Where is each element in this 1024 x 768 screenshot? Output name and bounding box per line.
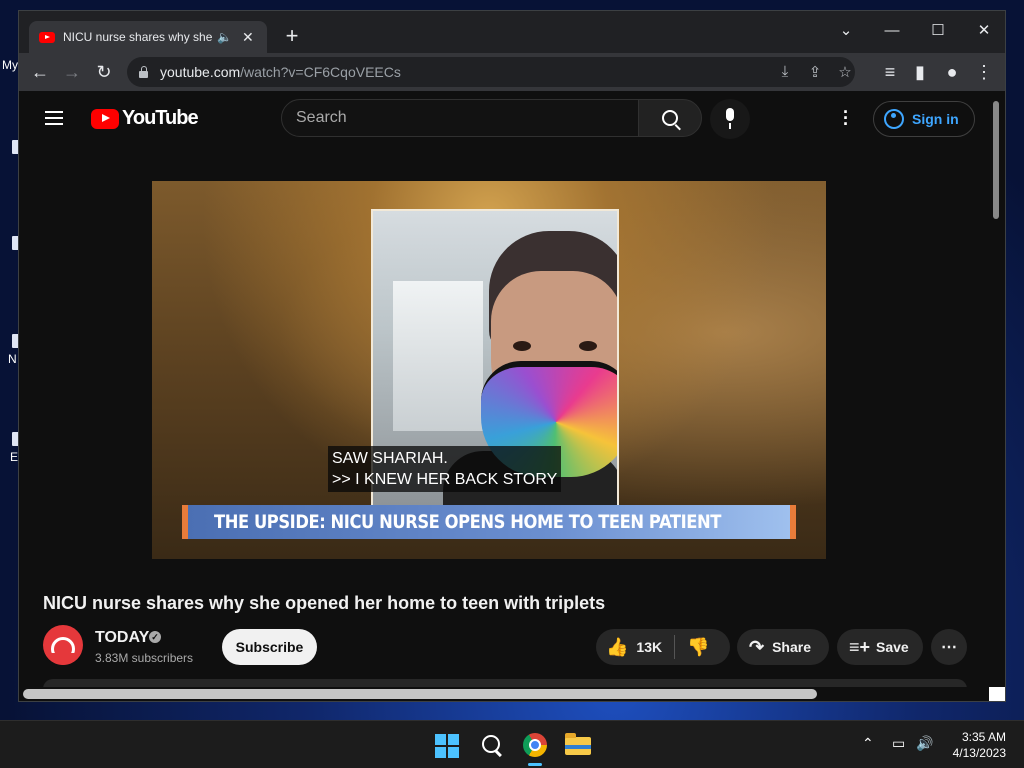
- maximize-button[interactable]: ☐: [923, 17, 953, 45]
- channel-name[interactable]: TODAY: [95, 629, 149, 647]
- desktop-icon-label: E: [10, 450, 19, 464]
- profile-icon[interactable]: ●: [939, 59, 965, 85]
- search-button[interactable]: [638, 99, 702, 137]
- network-icon[interactable]: ▭: [892, 735, 905, 752]
- search-input[interactable]: Search: [281, 99, 639, 137]
- share-button[interactable]: ↷ Share: [737, 629, 829, 665]
- tab-title: NICU nurse shares why she o: [63, 30, 213, 44]
- share-label: Share: [772, 639, 812, 655]
- closed-caption: SAW SHARIAH. >> I KNEW HER BACK STORY: [328, 446, 562, 492]
- title-bar: NICU nurse shares why she o 🔈 ✕ + ⌄ — ☐ …: [19, 11, 1005, 53]
- share-arrow-icon: ↷: [749, 636, 765, 657]
- install-app-icon[interactable]: ⤓: [775, 63, 795, 80]
- lower-third-text: THE UPSIDE: NICU NURSE OPENS HOME TO TEE…: [214, 511, 721, 533]
- vertical-scrollbar[interactable]: [993, 101, 999, 219]
- desktop-icon-label: N: [8, 352, 17, 366]
- back-arrow-icon[interactable]: ←: [27, 59, 53, 85]
- folder-icon: [565, 733, 591, 755]
- scroll-corner: [989, 687, 1005, 701]
- new-tab-button[interactable]: +: [279, 23, 305, 49]
- channel-avatar[interactable]: [43, 625, 83, 665]
- tab-search-button[interactable]: ⌄: [831, 17, 861, 45]
- search-icon: [482, 735, 500, 753]
- show-hidden-icons-chevron-icon[interactable]: ⌃: [862, 735, 874, 752]
- speaker-icon[interactable]: 🔈: [217, 30, 232, 44]
- volume-icon[interactable]: 🔊: [916, 735, 933, 752]
- like-divider: [674, 635, 676, 659]
- eye: [579, 341, 597, 351]
- save-button[interactable]: ≡+ Save: [837, 629, 923, 665]
- taskbar: ⌃ ▭ 🔊 3:35 AM 4/13/2023: [0, 720, 1024, 768]
- youtube-favicon-icon: [39, 31, 55, 43]
- subscriber-count: 3.83M subscribers: [95, 651, 194, 665]
- microphone-stand: [729, 123, 731, 129]
- youtube-logo[interactable]: YouTube: [91, 107, 199, 130]
- hamburger-menu-icon[interactable]: [45, 111, 63, 125]
- tab-close-icon[interactable]: ✕: [242, 29, 254, 46]
- url-path: /watch?v=CF6CqoVEECs: [240, 64, 401, 80]
- thumbs-up-icon[interactable]: 👍: [606, 637, 628, 658]
- browser-window: NICU nurse shares why she o 🔈 ✕ + ⌄ — ☐ …: [18, 10, 1006, 702]
- youtube-logo-text: YouTube: [122, 107, 199, 129]
- bookmark-star-icon[interactable]: ☆: [835, 63, 855, 81]
- desktop-icon-label: My: [2, 58, 18, 72]
- video-title: NICU nurse shares why she opened her hom…: [43, 593, 606, 613]
- horizontal-scrollbar[interactable]: [23, 689, 817, 699]
- system-clock[interactable]: 3:35 AM 4/13/2023: [946, 729, 1006, 761]
- clock-time: 3:35 AM: [961, 730, 1006, 744]
- news-lower-third: THE UPSIDE: NICU NURSE OPENS HOME TO TEE…: [182, 505, 796, 539]
- voice-search-button[interactable]: [710, 99, 750, 139]
- sign-in-button[interactable]: Sign in: [873, 101, 975, 137]
- minimize-button[interactable]: —: [877, 17, 907, 45]
- save-label: Save: [876, 639, 909, 655]
- playlist-add-icon: ≡+: [849, 636, 871, 657]
- like-dislike-group: 👍 13K 👎: [596, 629, 730, 665]
- lock-icon[interactable]: [139, 65, 148, 78]
- taskbar-chrome-button[interactable]: [519, 729, 551, 761]
- taskbar-file-explorer-button[interactable]: [562, 729, 594, 761]
- search-icon: [662, 110, 678, 126]
- like-count[interactable]: 13K: [636, 639, 662, 655]
- chrome-icon: [523, 733, 547, 757]
- browser-toolbar: ← → ↻ youtube.com /watch?v=CF6CqoVEECs ⤓…: [19, 53, 1005, 91]
- side-panel-icon[interactable]: ▮: [907, 59, 933, 85]
- chrome-menu-icon[interactable]: ⋮: [971, 59, 997, 85]
- user-circle-icon: [884, 109, 904, 129]
- active-app-indicator: [528, 763, 542, 766]
- close-window-button[interactable]: ✕: [969, 17, 999, 45]
- taskbar-search-button[interactable]: [474, 729, 506, 761]
- youtube-header: YouTube Search · · · Sign in: [19, 91, 1005, 147]
- address-bar[interactable]: youtube.com /watch?v=CF6CqoVEECs ⤓ ⇪ ☆: [127, 57, 855, 87]
- forward-arrow-icon[interactable]: →: [59, 59, 85, 85]
- settings-kebab-icon[interactable]: · · ·: [841, 103, 851, 133]
- microphone-icon: [726, 108, 734, 121]
- verified-check-icon: ✓: [149, 631, 161, 643]
- thumbs-down-icon[interactable]: 👎: [687, 637, 709, 658]
- reload-icon[interactable]: ↻: [91, 59, 117, 85]
- clock-date: 4/13/2023: [952, 746, 1006, 760]
- eye: [513, 341, 531, 351]
- youtube-page: YouTube Search · · · Sign in SAW SHARIAH…: [19, 91, 1005, 701]
- start-windows-icon[interactable]: [430, 729, 462, 761]
- media-control-icon[interactable]: ≡: [877, 59, 903, 85]
- subscribe-button[interactable]: Subscribe: [222, 629, 317, 665]
- video-player[interactable]: SAW SHARIAH. >> I KNEW HER BACK STORY TH…: [152, 181, 826, 559]
- browser-tab[interactable]: NICU nurse shares why she o 🔈 ✕: [29, 21, 267, 53]
- url-host: youtube.com: [160, 64, 241, 80]
- sign-in-label: Sign in: [912, 111, 959, 127]
- hallway: [393, 281, 483, 431]
- share-page-icon[interactable]: ⇪: [805, 63, 825, 81]
- more-actions-button[interactable]: ⋯: [931, 629, 967, 665]
- youtube-play-icon: [91, 108, 119, 129]
